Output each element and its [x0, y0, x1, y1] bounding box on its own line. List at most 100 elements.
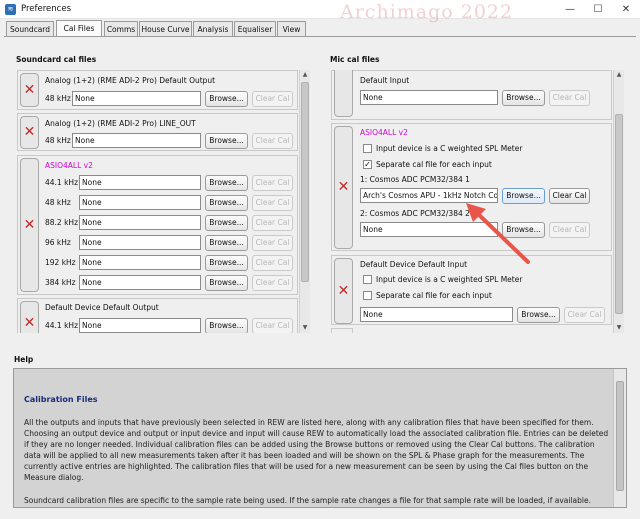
- remove-device-button[interactable]: ✕: [20, 73, 39, 107]
- browse-button[interactable]: Browse...: [205, 255, 248, 271]
- clear-cal-button[interactable]: Clear Cal: [252, 275, 293, 291]
- sample-rate-label: 48 kHz: [45, 198, 71, 207]
- remove-device-button[interactable]: ✕: [334, 258, 353, 324]
- soundcard-device-card: ✕ Analog (1+2) (RME ADI-2 Pro) Default O…: [17, 70, 298, 110]
- tab-house-curve[interactable]: House Curve: [139, 21, 192, 37]
- separate-cal-checkbox[interactable]: ✓: [363, 160, 372, 169]
- cal-file-field[interactable]: None: [79, 275, 201, 290]
- title-bar: ≋ Preferences — ☐ ✕: [0, 0, 640, 19]
- minimize-button[interactable]: —: [556, 0, 584, 19]
- browse-button[interactable]: Browse...: [205, 195, 248, 211]
- sample-rate-label: 96 kHz: [45, 238, 71, 247]
- clear-cal-button[interactable]: Clear Cal: [252, 195, 293, 211]
- scroll-thumb[interactable]: [301, 82, 309, 282]
- soundcard-device-card: ✕ Default Device Default Output 44.1 kHz…: [17, 298, 298, 333]
- scroll-thumb[interactable]: [615, 114, 623, 314]
- tab-equaliser[interactable]: Equaliser: [234, 21, 276, 37]
- browse-button[interactable]: Browse...: [205, 133, 248, 149]
- spl-meter-checkbox[interactable]: [363, 275, 372, 284]
- clear-cal-button[interactable]: Clear Cal: [252, 91, 293, 107]
- separate-cal-label: Separate cal file for each input: [376, 291, 492, 300]
- device-name: Analog (1+2) (RME ADI-2 Pro) Default Out…: [45, 76, 216, 85]
- soundcard-device-card-active: ✕ ASIO4ALL v2 44.1 kHz None Browse... Cl…: [17, 155, 298, 295]
- browse-button[interactable]: Browse...: [205, 215, 248, 231]
- separate-cal-label: Separate cal file for each input: [376, 160, 492, 169]
- remove-device-button[interactable]: [334, 70, 353, 117]
- scroll-down-icon[interactable]: ▼: [300, 323, 310, 333]
- device-name: ASIO4ALL v2: [360, 128, 408, 137]
- input1-label: 1: Cosmos ADC PCM32/384 1: [360, 175, 470, 184]
- browse-button[interactable]: Browse...: [502, 90, 545, 106]
- clear-cal-button[interactable]: Clear Cal: [564, 307, 605, 323]
- close-icon: ✕: [337, 283, 350, 299]
- window-title: Preferences: [21, 4, 71, 14]
- cal-file-field[interactable]: None: [79, 175, 201, 190]
- device-name: Default Input: [360, 76, 410, 85]
- close-icon: ✕: [23, 124, 36, 140]
- tab-divider: [4, 36, 636, 37]
- close-icon: ✕: [23, 217, 36, 233]
- browse-button[interactable]: Browse...: [205, 91, 248, 107]
- scroll-up-icon[interactable]: ▲: [300, 70, 310, 80]
- clear-cal-button[interactable]: Clear Cal: [252, 215, 293, 231]
- help-title: Calibration Files: [24, 395, 98, 404]
- help-panel: Calibration Files All the outputs and in…: [13, 368, 627, 508]
- clear-cal-button[interactable]: Clear Cal: [252, 133, 293, 149]
- browse-button[interactable]: Browse...: [205, 318, 248, 333]
- sample-rate-label: 48 kHz: [45, 94, 71, 103]
- clear-cal-button[interactable]: Clear Cal: [252, 255, 293, 271]
- clear-cal-button[interactable]: Clear Cal: [549, 222, 590, 238]
- mic-device-card-partial: [331, 328, 353, 333]
- sample-rate-label: 384 kHz: [45, 278, 76, 287]
- mic-device-card: Default Input None Browse... Clear Cal: [331, 70, 612, 120]
- tab-cal-files[interactable]: Cal Files: [56, 20, 102, 37]
- scroll-down-icon[interactable]: ▼: [614, 323, 624, 333]
- clear-cal-button[interactable]: Clear Cal: [549, 188, 590, 204]
- browse-button[interactable]: Browse...: [205, 235, 248, 251]
- cal-file-field[interactable]: None: [79, 215, 201, 230]
- clear-cal-button[interactable]: Clear Cal: [252, 175, 293, 191]
- remove-device-button[interactable]: ✕: [20, 158, 39, 292]
- cal-file-field[interactable]: None: [79, 195, 201, 210]
- scroll-thumb[interactable]: [616, 381, 624, 491]
- separate-cal-checkbox[interactable]: [363, 291, 372, 300]
- cal-file-field[interactable]: None: [72, 91, 201, 106]
- maximize-button[interactable]: ☐: [584, 0, 612, 19]
- mic-scrollbar[interactable]: ▲ ▼: [613, 70, 624, 333]
- cal-file-field[interactable]: None: [360, 307, 513, 322]
- browse-button[interactable]: Browse...: [205, 175, 248, 191]
- sample-rate-label: 88.2 kHz: [45, 218, 79, 227]
- browse-button[interactable]: Browse...: [517, 307, 560, 323]
- device-name: Default Device Default Output: [45, 303, 159, 312]
- clear-cal-button[interactable]: Clear Cal: [252, 318, 293, 333]
- help-paragraph: All the outputs and inputs that have pre…: [24, 418, 609, 482]
- device-name: Default Device Default Input: [360, 260, 468, 269]
- soundcard-cal-heading: Soundcard cal files: [16, 55, 97, 64]
- cal-file-field[interactable]: None: [360, 90, 498, 105]
- cal-file-field[interactable]: None: [79, 235, 201, 250]
- soundcard-scrollbar[interactable]: ▲ ▼: [299, 70, 310, 333]
- tab-view[interactable]: View: [277, 21, 306, 37]
- spl-meter-label: Input device is a C weighted SPL Meter: [376, 275, 523, 284]
- clear-cal-button[interactable]: Clear Cal: [549, 90, 590, 106]
- tab-comms[interactable]: Comms: [104, 21, 138, 37]
- device-name: Analog (1+2) (RME ADI-2 Pro) LINE_OUT: [45, 119, 196, 128]
- help-scrollbar[interactable]: [613, 369, 626, 507]
- sample-rate-label: 44.1 kHz: [45, 178, 79, 187]
- app-icon: ≋: [5, 4, 16, 15]
- remove-device-button[interactable]: ✕: [20, 116, 39, 149]
- cal-file-field[interactable]: None: [79, 255, 201, 270]
- close-icon: ✕: [337, 179, 350, 195]
- spl-meter-checkbox[interactable]: [363, 144, 372, 153]
- watermark: Archimago 2022: [340, 1, 514, 23]
- tab-soundcard[interactable]: Soundcard: [6, 21, 54, 37]
- clear-cal-button[interactable]: Clear Cal: [252, 235, 293, 251]
- tab-analysis[interactable]: Analysis: [193, 21, 233, 37]
- remove-device-button[interactable]: ✕: [20, 301, 39, 333]
- remove-device-button[interactable]: ✕: [334, 126, 353, 249]
- browse-button[interactable]: Browse...: [205, 275, 248, 291]
- close-window-button[interactable]: ✕: [612, 0, 640, 19]
- cal-file-field[interactable]: None: [72, 133, 201, 148]
- cal-file-field[interactable]: None: [79, 318, 201, 333]
- scroll-up-icon[interactable]: ▲: [614, 70, 624, 80]
